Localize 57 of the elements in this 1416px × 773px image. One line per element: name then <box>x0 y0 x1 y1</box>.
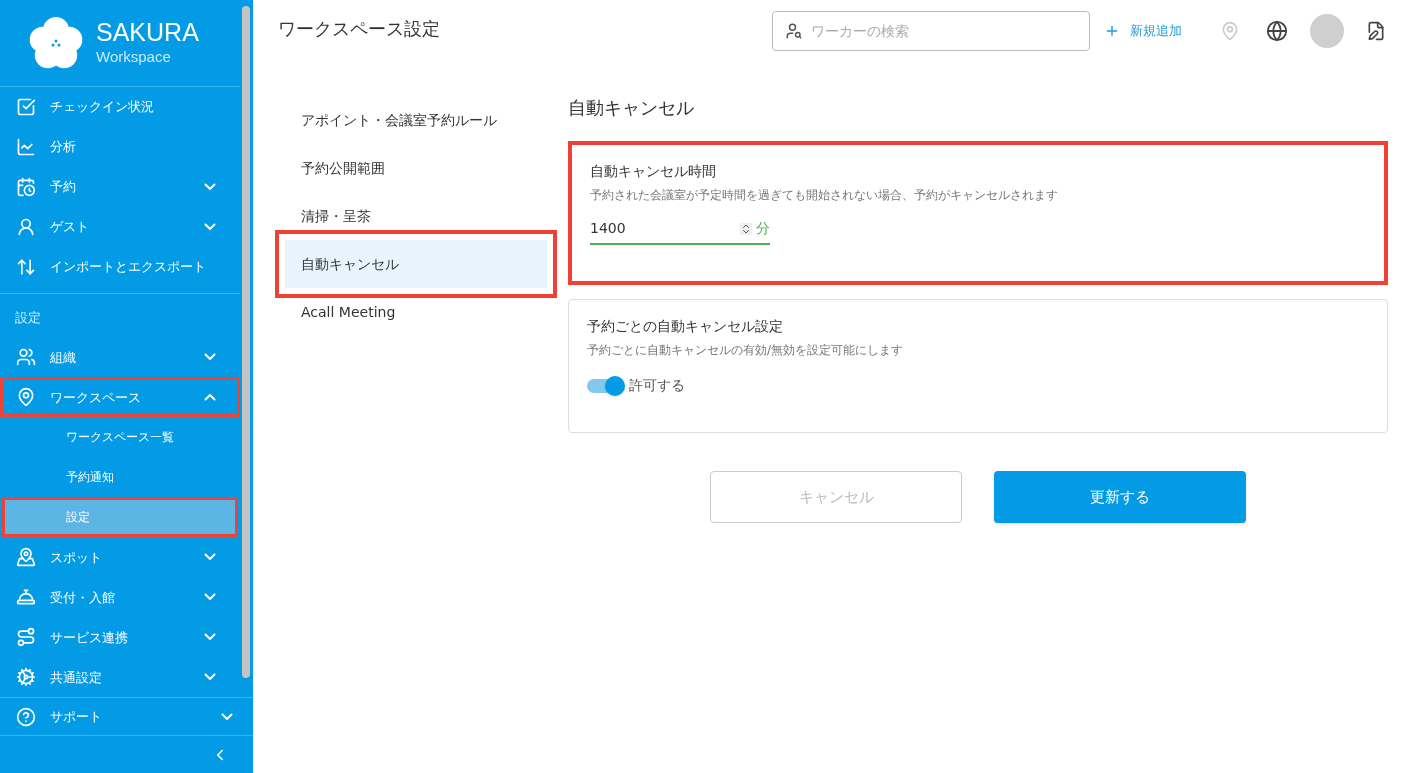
pin-icon[interactable] <box>1220 21 1240 41</box>
sub-nav-item[interactable]: 予約通知 <box>2 457 238 498</box>
user-search-icon <box>785 22 803 40</box>
cancel-button[interactable]: キャンセル <box>710 471 962 523</box>
card-description: 予約ごとに自動キャンセルの有効/無効を設定可能にします <box>587 342 905 359</box>
support-item[interactable]: サポート <box>0 697 253 736</box>
nav-icon <box>16 387 36 408</box>
nav-icon <box>16 587 36 608</box>
nav-icon <box>16 547 36 568</box>
nav-icon <box>16 627 36 648</box>
document-edit-icon[interactable] <box>1366 21 1386 41</box>
help-icon <box>16 706 36 727</box>
card-title: 予約ごとの自動キャンセル設定 <box>587 317 784 336</box>
settings-menu-item[interactable]: Acall Meeting <box>285 288 547 336</box>
plus-icon <box>1104 23 1120 39</box>
unit-label: 分 <box>756 219 770 238</box>
nav-item[interactable]: 共通設定 <box>0 657 240 698</box>
toggle-label: 許可する <box>629 376 685 395</box>
scrollbar[interactable] <box>242 6 250 678</box>
nav-item[interactable]: スポット <box>0 537 240 578</box>
nav-item[interactable]: 組織 <box>0 337 240 378</box>
settings-menu-item[interactable]: 清掃・呈茶 <box>285 192 547 240</box>
nav-icon <box>16 216 36 237</box>
section-title: 自動キャンセル <box>568 96 695 120</box>
add-new-button[interactable]: 新規追加 <box>1104 21 1182 41</box>
spinner-icon[interactable] <box>740 222 752 235</box>
settings-menu-item[interactable]: 自動キャンセル <box>285 240 547 288</box>
search-field[interactable]: ワーカーの検索 <box>772 11 1090 51</box>
card-title: 自動キャンセル時間 <box>590 162 717 181</box>
nav-icon <box>16 96 36 117</box>
nav-icon <box>16 667 36 688</box>
nav-icon <box>16 176 36 197</box>
nav-item[interactable]: インポートとエクスポート <box>0 246 240 287</box>
nav-icon <box>16 136 36 157</box>
update-button[interactable]: 更新する <box>994 471 1246 523</box>
nav-item[interactable]: 予約 <box>0 166 240 207</box>
page-title: ワークスペース設定 <box>278 16 441 41</box>
nav-item[interactable]: ワークスペース <box>0 377 240 418</box>
logo-name: SAKURA <box>96 17 199 46</box>
section-label: 設定 <box>14 308 42 327</box>
sub-nav-item[interactable]: ワークスペース一覧 <box>2 417 238 458</box>
settings-menu-item[interactable]: アポイント・会議室予約ルール <box>285 96 547 144</box>
nav-item[interactable]: ゲスト <box>0 206 240 247</box>
logo-subtitle: Workspace <box>96 46 172 67</box>
number-input[interactable]: 1400 分 <box>590 218 770 245</box>
settings-menu-item[interactable]: 予約公開範囲 <box>285 144 547 192</box>
nav-item[interactable]: サービス連携 <box>0 617 240 658</box>
card-description: 予約された会議室が予定時間を過ぎても開始されない場合、予約がキャンセルされます <box>590 187 1059 204</box>
globe-icon[interactable] <box>1266 20 1288 42</box>
nav-item[interactable]: 分析 <box>0 126 240 167</box>
flower-logo-icon <box>28 15 84 70</box>
search-input[interactable]: ワーカーの検索 <box>811 20 1077 42</box>
nav-item[interactable]: 受付・入館 <box>0 577 240 618</box>
nav-item[interactable]: チェックイン状況 <box>0 86 240 127</box>
avatar[interactable] <box>1310 14 1344 48</box>
nav-icon <box>16 347 36 368</box>
sub-nav-item[interactable]: 設定 <box>2 497 238 538</box>
